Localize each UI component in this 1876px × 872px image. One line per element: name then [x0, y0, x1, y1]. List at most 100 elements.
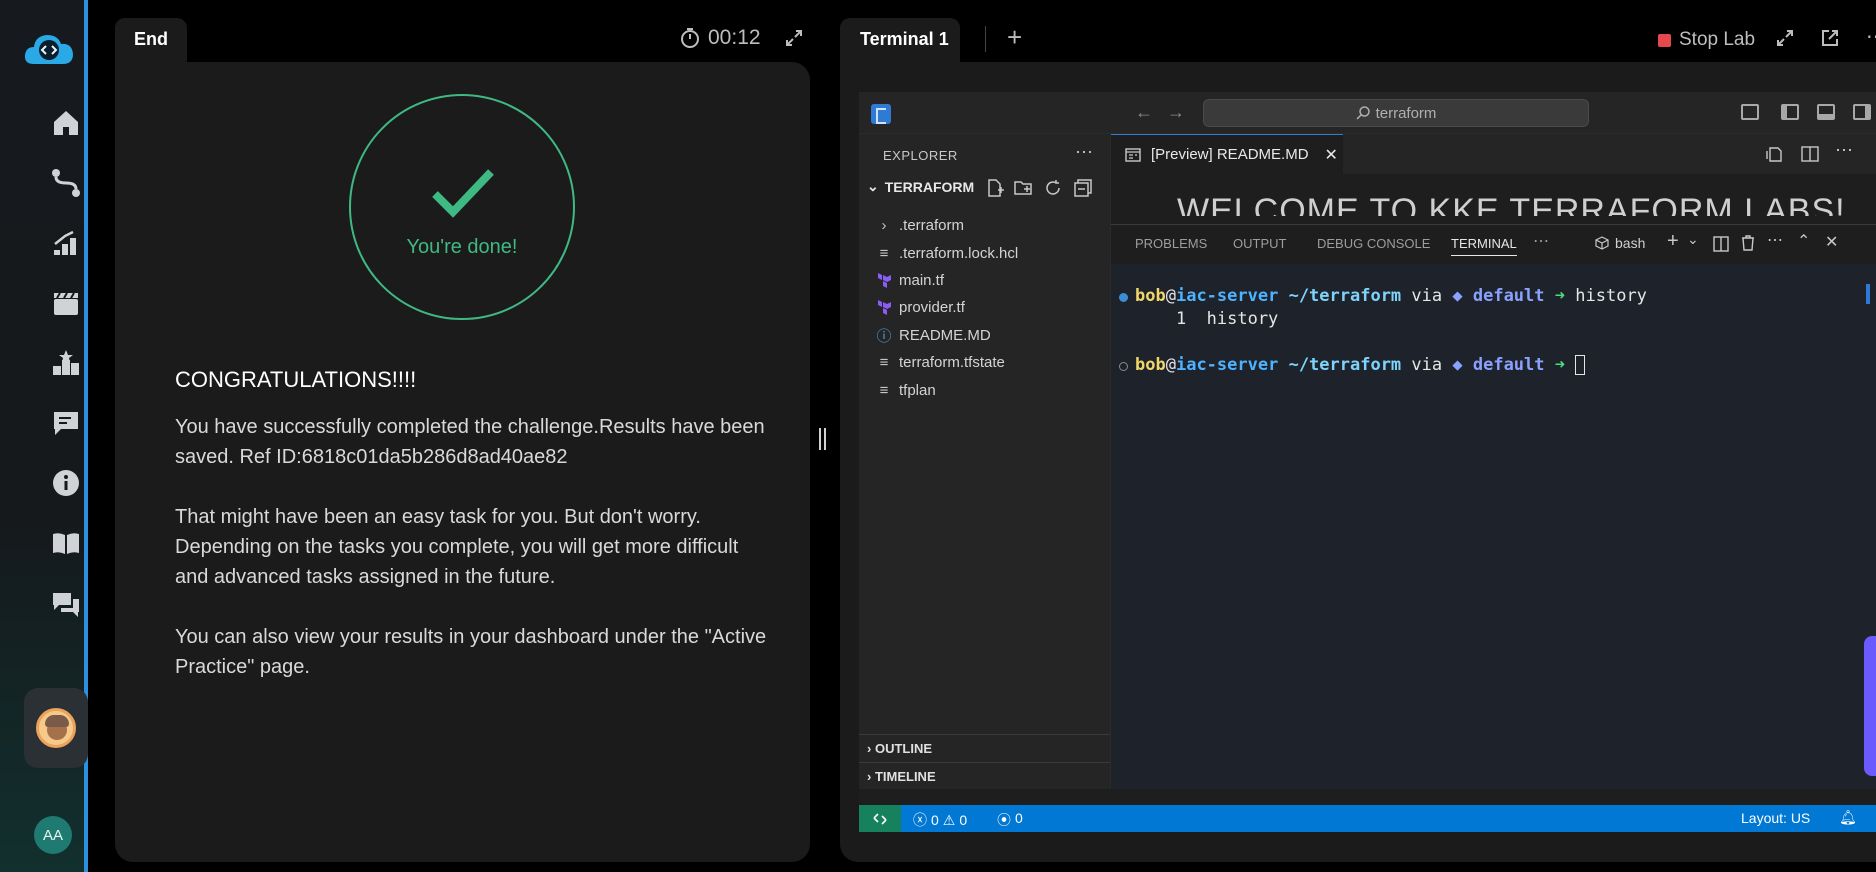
maximize-panel-icon[interactable]: ⌃: [1797, 231, 1810, 251]
outline-label: OUTLINE: [874, 741, 933, 756]
panel-more-icon[interactable]: ⋯: [1533, 231, 1549, 251]
error-icon: ⓧ: [913, 812, 927, 828]
brand-logo-icon[interactable]: [22, 30, 76, 70]
terminal-scrollbar[interactable]: [1866, 284, 1870, 304]
editor-tab-bar: [Preview] README.MD ✕ ⋯: [1111, 134, 1876, 174]
ports-count: 0: [1015, 810, 1023, 826]
info-icon[interactable]: [49, 466, 83, 500]
text-file-icon: ≡: [879, 244, 889, 262]
tab-terminal[interactable]: TERMINAL: [1451, 236, 1517, 256]
file-name: README.MD: [899, 326, 991, 344]
file-tree-item[interactable]: › .terraform: [877, 214, 965, 236]
folder-terraform[interactable]: ⌄ TERRAFORM: [867, 178, 974, 195]
terminal-prompt: bob@iac-server ~/terraform via ◆ default…: [1135, 355, 1586, 375]
tab-problems[interactable]: PROBLEMS: [1135, 236, 1207, 251]
close-icon[interactable]: ✕: [1325, 145, 1338, 165]
profile-avatar-button[interactable]: [24, 688, 88, 768]
explorer-more-icon[interactable]: ⋯: [1075, 142, 1093, 163]
file-tree-item[interactable]: ⓘ README.MD: [877, 324, 991, 346]
keyboard-layout[interactable]: Layout: US: [1741, 810, 1810, 826]
docs-book-icon[interactable]: [49, 526, 83, 560]
explorer-sidebar: EXPLORER ⋯ ⌄ TERRAFORM › .terraform ≡ .ter…: [859, 134, 1111, 789]
stop-lab-label: Stop Lab: [1679, 29, 1756, 50]
close-panel-icon[interactable]: ✕: [1825, 232, 1838, 252]
panel-resize-handle[interactable]: [819, 428, 829, 450]
toggle-secondary-sidebar-icon[interactable]: [1853, 104, 1871, 120]
search-text: terraform: [1375, 104, 1437, 122]
results-saved-text: You have successfully completed the chal…: [175, 416, 765, 468]
feedback-icon[interactable]: [49, 406, 83, 440]
split-editor-icon[interactable]: [1801, 146, 1819, 162]
file-name: .terraform.lock.hcl: [899, 244, 1019, 262]
vscode-menu-icon[interactable]: [871, 104, 891, 124]
collapse-all-icon[interactable]: [1073, 178, 1093, 198]
terminal-shell-select[interactable]: bash: [1595, 235, 1645, 251]
open-source-icon[interactable]: [1765, 146, 1783, 162]
leaderboard-icon[interactable]: [49, 346, 83, 380]
terminal-output[interactable]: bob@iac-server ~/terraform via ◆ default…: [1111, 264, 1876, 789]
file-name: main.tf: [899, 271, 945, 289]
side-drawer-tab[interactable]: [1864, 636, 1876, 776]
timeline-label: TIMELINE: [874, 769, 936, 784]
timeline-section[interactable]: › TIMELINE: [859, 762, 1110, 790]
outline-section[interactable]: › OUTLINE: [859, 734, 1110, 762]
preview-heading: WELCOME TO KKE TERRAFORM LABS!: [1177, 192, 1846, 216]
toggle-sidebar-icon[interactable]: [1781, 104, 1799, 120]
chevron-down-icon: ⌄: [867, 178, 879, 194]
home-icon[interactable]: [49, 106, 83, 140]
terminal-more-icon[interactable]: ⋯: [1767, 230, 1783, 250]
open-external-icon[interactable]: [1820, 28, 1840, 48]
notification-bell-icon[interactable]: 🔔︎: [1839, 809, 1857, 826]
error-count: 0: [931, 812, 939, 828]
trash-icon[interactable]: [1741, 235, 1755, 251]
terminal-cursor: [1575, 355, 1586, 375]
terminal-cube-icon: [1595, 236, 1609, 250]
expand-icon[interactable]: [784, 28, 804, 48]
command-search-input[interactable]: terraform: [1203, 99, 1589, 127]
tab-end[interactable]: End: [115, 18, 187, 64]
file-name: tfplan: [899, 381, 936, 399]
editor-more-icon[interactable]: ⋯: [1835, 140, 1853, 160]
file-tree-item[interactable]: ≡ .terraform.lock.hcl: [877, 242, 1019, 264]
timer: 00:12: [680, 26, 761, 50]
progress-chart-icon[interactable]: [49, 226, 83, 260]
add-tab-icon[interactable]: +: [1007, 22, 1022, 53]
chat-icon[interactable]: [49, 588, 83, 622]
new-file-icon[interactable]: [985, 178, 1005, 198]
customize-layout-icon[interactable]: [1741, 104, 1759, 120]
file-tree-item[interactable]: main.tf: [877, 269, 944, 291]
chevron-down-icon[interactable]: ⌄: [1687, 231, 1699, 248]
timer-value: 00:12: [708, 26, 761, 49]
stopwatch-icon: [681, 28, 699, 48]
warning-icon: ⚠: [942, 811, 956, 828]
toggle-panel-icon[interactable]: [1817, 104, 1835, 120]
more-options-icon[interactable]: ⋯: [1866, 24, 1876, 49]
problems-status[interactable]: ⓧ 0 ⚠ 0: [913, 810, 967, 830]
split-terminal-icon[interactable]: [1713, 236, 1729, 252]
file-tree-item[interactable]: ≡ terraform.tfstate: [877, 351, 1005, 373]
terminal-line: bob@iac-server ~/terraform via ◆ default…: [1135, 286, 1647, 306]
ports-status[interactable]: ⦿ 0: [997, 810, 1023, 830]
new-folder-icon[interactable]: [1013, 178, 1033, 198]
back-arrow-icon[interactable]: ←: [1135, 102, 1153, 123]
stop-lab-button[interactable]: Stop Lab: [1658, 29, 1755, 51]
tab-terminal-1[interactable]: Terminal 1: [840, 18, 960, 64]
broadcast-icon: ⦿: [997, 812, 1011, 828]
text-file-icon: ≡: [879, 353, 889, 371]
avatar: [36, 708, 76, 748]
learning-path-icon[interactable]: [49, 166, 83, 200]
expand-icon[interactable]: [1775, 28, 1795, 48]
preview-icon: [1125, 147, 1141, 162]
tab-debug-console[interactable]: DEBUG CONSOLE: [1317, 236, 1430, 251]
forward-arrow-icon[interactable]: →: [1167, 102, 1185, 123]
refresh-icon[interactable]: [1043, 178, 1063, 198]
file-tree-item[interactable]: provider.tf: [877, 296, 965, 318]
status-bar: ⓧ 0 ⚠ 0 ⦿ 0 Layout: US 🔔︎: [859, 805, 1876, 832]
remote-indicator-icon[interactable]: [859, 805, 901, 832]
tab-output[interactable]: OUTPUT: [1233, 236, 1286, 251]
file-tree-item[interactable]: ≡ tfplan: [877, 379, 936, 401]
labs-clapper-icon[interactable]: [49, 286, 83, 320]
new-terminal-icon[interactable]: +: [1667, 230, 1679, 253]
tab-readme-preview[interactable]: [Preview] README.MD ✕: [1111, 134, 1343, 174]
user-initials-avatar[interactable]: AA: [34, 816, 72, 854]
